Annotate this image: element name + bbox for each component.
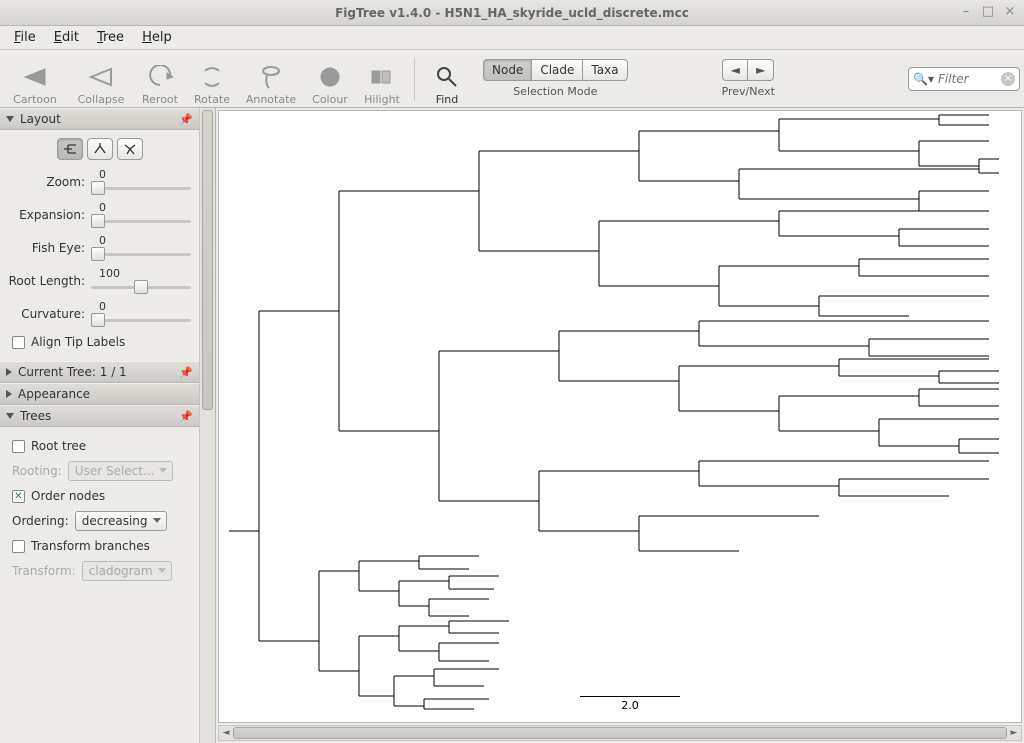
align-tips-label: Align Tip Labels [31,335,125,349]
filter-input[interactable] [934,72,994,86]
rooting-label: Rooting: [12,464,62,478]
menu-help[interactable]: Help [134,27,180,48]
layout-rectangular[interactable] [57,138,83,160]
menu-edit[interactable]: Edit [46,27,87,48]
zoom-label: Zoom: [8,175,85,189]
annotate-icon [256,63,286,91]
colour-icon [315,63,345,91]
order-nodes-label: Order nodes [31,489,105,503]
expansion-label: Expansion: [8,208,85,222]
root-tree-checkbox[interactable] [12,440,25,453]
cartoon-icon [20,63,50,91]
filter-box[interactable]: 🔍▾ × [908,67,1020,91]
panel-appearance-title: Appearance [18,387,90,401]
rootlength-value: 100 [99,267,120,280]
menubar: File Edit Tree Help [0,26,1024,50]
panel-trees-title: Trees [20,409,51,423]
panel-current-tree-title: Current Tree: 1 / 1 [18,365,127,379]
titlebar: FigTree v1.4.0 - H5N1_HA_skyride_ucld_di… [0,0,1024,26]
pin-icon[interactable]: 📌 [179,366,193,379]
scale-bar: 2.0 [580,696,680,712]
zoom-slider[interactable] [91,181,191,195]
colour-button[interactable]: Colour [306,52,354,106]
transform-select: cladogram [82,561,172,581]
order-nodes-checkbox[interactable] [12,490,25,503]
reroot-button[interactable]: Reroot [136,52,184,106]
menu-tree[interactable]: Tree [89,27,132,48]
disclosure-right-icon [6,390,12,398]
reroot-icon [145,63,175,91]
panel-trees-body: Root tree Rooting: User Select... Order n… [0,427,199,593]
selmode-taxa[interactable]: Taxa [583,59,627,81]
disclosure-right-icon [6,368,12,376]
canvas-hscrollbar[interactable]: ◄► [218,725,1022,741]
ordering-label: Ordering: [12,514,69,528]
toolbar: Cartoon Collapse Reroot Rotate Annotate … [0,50,1024,108]
annotate-button[interactable]: Annotate [240,52,302,106]
rotate-icon [197,63,227,91]
curvature-slider[interactable] [91,313,191,327]
selection-mode-group: Node Clade Taxa Selection Mode [483,59,628,98]
panel-layout-body: Zoom: 0 Expansion: 0 Fish Eye: 0 Root Lengt… [0,130,199,361]
panel-layout-title: Layout [20,112,61,126]
root-tree-label: Root tree [31,439,86,453]
align-tips-checkbox[interactable] [12,336,25,349]
selmode-node[interactable]: Node [483,59,532,81]
next-button[interactable]: ► [748,59,774,81]
prev-button[interactable]: ◄ [722,59,748,81]
panel-trees-header[interactable]: Trees 📌 [0,405,199,427]
rooting-select: User Select... [68,461,174,481]
menu-file[interactable]: File [6,27,44,48]
fisheye-value: 0 [99,234,106,247]
side-panel: Layout 📌 Zoom: 0 Expansion: 0 Fish Eye: 0 R… [0,108,216,743]
prevnext-group: ◄ ► Prev/Next [722,59,775,98]
hilight-button[interactable]: Hilight [358,52,406,106]
layout-polar[interactable] [87,138,113,160]
find-button[interactable]: Find [423,52,471,106]
transform-branches-checkbox[interactable] [12,540,25,553]
rootlength-slider[interactable] [91,280,191,294]
pin-icon[interactable]: 📌 [179,113,193,126]
panel-current-tree-header[interactable]: Current Tree: 1 / 1 📌 [0,361,199,383]
find-icon [432,63,462,91]
collapse-icon [86,63,116,91]
window-title: FigTree v1.4.0 - H5N1_HA_skyride_ucld_di… [335,6,689,20]
sidebar-scrollbar[interactable] [199,108,215,743]
panel-layout-header[interactable]: Layout 📌 [0,108,199,130]
transform-label: Transform: [12,564,76,578]
panel-appearance-header[interactable]: Appearance [0,383,199,405]
expansion-value: 0 [99,201,106,214]
rotate-button[interactable]: Rotate [188,52,236,106]
search-icon[interactable]: 🔍▾ [913,72,934,86]
minimize-button[interactable]: – [958,4,974,20]
scale-label: 2.0 [580,699,680,712]
tree-canvas[interactable]: 2.0 [218,110,1022,723]
pin-icon[interactable]: 📌 [179,410,193,423]
expansion-slider[interactable] [91,214,191,228]
selmode-clade[interactable]: Clade [532,59,583,81]
maximize-button[interactable]: □ [980,4,996,20]
disclosure-down-icon [6,116,14,122]
fisheye-slider[interactable] [91,247,191,261]
curvature-label: Curvature: [8,307,85,321]
phylogenetic-tree [219,111,1019,711]
cartoon-button[interactable]: Cartoon [4,52,66,106]
selection-mode-label: Selection Mode [513,85,597,98]
zoom-value: 0 [99,168,106,181]
curvature-value: 0 [99,300,106,313]
rootlength-label: Root Length: [8,274,85,288]
transform-branches-label: Transform branches [31,539,150,553]
layout-radial[interactable] [117,138,143,160]
close-button[interactable]: × [1002,4,1018,20]
collapse-button[interactable]: Collapse [70,52,132,106]
prevnext-label: Prev/Next [722,85,775,98]
fisheye-label: Fish Eye: [8,241,85,255]
ordering-select[interactable]: decreasing [75,511,167,531]
hilight-icon [367,63,397,91]
disclosure-down-icon [6,413,14,419]
clear-filter-icon[interactable]: × [1001,72,1015,86]
